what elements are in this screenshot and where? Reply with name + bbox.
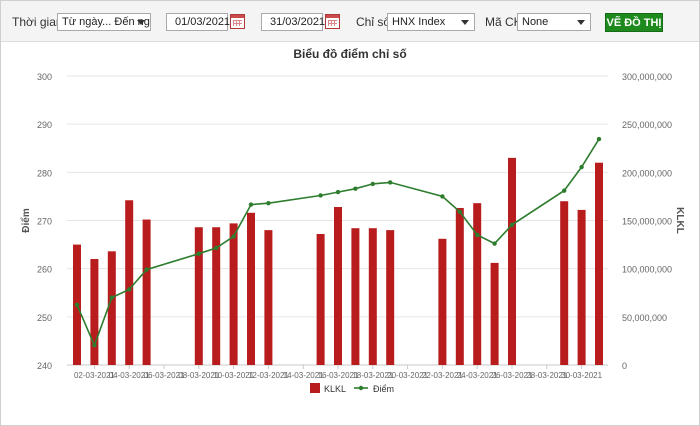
y-left-tick-label: 280 bbox=[37, 168, 52, 178]
legend-bar-label: KLKL bbox=[324, 384, 346, 394]
y-right-tick-label: 0 bbox=[622, 361, 627, 371]
index-select[interactable]: HNX Index bbox=[387, 13, 475, 31]
y-right-tick-label: 300,000,000 bbox=[622, 72, 672, 82]
index-label: Chỉ số bbox=[356, 15, 391, 29]
index-point bbox=[248, 202, 254, 207]
y-right-tick-label: 200,000,000 bbox=[622, 168, 672, 178]
y-right-tick-label: 100,000,000 bbox=[622, 265, 672, 275]
index-point bbox=[318, 193, 323, 198]
volume-bar bbox=[508, 157, 516, 365]
index-point bbox=[127, 287, 132, 292]
volume-bar bbox=[455, 207, 464, 365]
y-left-tick-label: 260 bbox=[37, 265, 52, 275]
legend-bar-swatch bbox=[310, 383, 320, 393]
volume-bar bbox=[595, 162, 603, 365]
y-left-tick-label: 240 bbox=[37, 361, 52, 371]
index-point bbox=[92, 343, 97, 348]
chart-title: Biểu đồ điểm chỉ số bbox=[293, 47, 406, 61]
y-left-tick-label: 290 bbox=[37, 120, 52, 130]
volume-bar bbox=[560, 201, 569, 365]
index-chart: Biểu đồ điểm chỉ số 300 300,000,000 290 250,… bbox=[20, 47, 685, 394]
volume-bar bbox=[142, 219, 151, 365]
index-point bbox=[231, 234, 236, 239]
chevron-down-icon bbox=[137, 20, 145, 25]
y-left-tick-label: 250 bbox=[37, 313, 52, 323]
stock-select[interactable]: None bbox=[517, 13, 591, 31]
to-date-input[interactable]: 31/03/2021 bbox=[261, 13, 325, 31]
y-left-tick-label: 300 bbox=[37, 72, 52, 82]
volume-bar bbox=[334, 207, 342, 365]
chevron-down-icon bbox=[577, 20, 585, 25]
y-right-axis-title: KLKL bbox=[674, 207, 685, 234]
stock-select-value: None bbox=[522, 16, 549, 28]
index-point bbox=[596, 136, 602, 142]
y-left-axis-title: Điểm bbox=[20, 208, 32, 233]
volume-bar bbox=[229, 223, 238, 365]
index-point bbox=[475, 232, 480, 238]
index-point bbox=[562, 188, 567, 193]
volume-bar bbox=[194, 227, 203, 365]
volume-bar bbox=[438, 238, 447, 365]
legend-line-label: Điểm bbox=[373, 384, 394, 394]
index-point bbox=[457, 209, 462, 215]
y-right-tick-label: 50,000,000 bbox=[622, 313, 667, 323]
y-left-tick-label: 270 bbox=[37, 217, 52, 227]
filter-toolbar: Thời gian Từ ngày... Đến ngày... 01/03/2… bbox=[1, 1, 699, 42]
volume-bar bbox=[316, 233, 325, 365]
volume-bar bbox=[247, 212, 255, 365]
draw-chart-button[interactable]: VẼ ĐỒ THỊ bbox=[605, 13, 663, 32]
index-point bbox=[74, 302, 80, 307]
period-select[interactable]: Từ ngày... Đến ngày... bbox=[57, 13, 151, 31]
index-point bbox=[388, 180, 393, 185]
calendar-icon[interactable] bbox=[325, 14, 340, 29]
y-right-tick-label: 250,000,000 bbox=[622, 120, 672, 130]
volume-bar bbox=[264, 230, 273, 365]
index-select-value: HNX Index bbox=[392, 16, 446, 28]
index-point bbox=[353, 186, 358, 191]
index-point bbox=[266, 200, 271, 206]
volume-bar bbox=[107, 251, 116, 365]
index-point bbox=[440, 194, 445, 199]
volume-bar bbox=[473, 203, 482, 365]
volume-bar bbox=[368, 228, 377, 365]
calendar-icon[interactable] bbox=[230, 14, 245, 29]
volume-bar bbox=[386, 230, 395, 365]
app-frame: Thời gian Từ ngày... Đến ngày... 01/03/2… bbox=[0, 0, 700, 426]
volume-bar bbox=[351, 228, 360, 365]
volume-bar bbox=[125, 200, 134, 365]
index-point bbox=[144, 267, 149, 272]
period-label: Thời gian bbox=[12, 15, 63, 29]
x-tick-label: 30-03-2021 bbox=[561, 371, 602, 380]
volume-bar bbox=[577, 209, 586, 365]
volume-bar bbox=[490, 262, 499, 365]
chevron-down-icon bbox=[461, 20, 469, 25]
from-date-input[interactable]: 01/03/2021 bbox=[166, 13, 230, 31]
y-right-tick-label: 150,000,000 bbox=[622, 217, 672, 227]
index-point bbox=[335, 189, 341, 195]
index-point bbox=[196, 251, 201, 256]
volume-bar bbox=[90, 259, 99, 365]
index-point bbox=[579, 164, 584, 170]
index-point bbox=[509, 222, 515, 228]
legend-line-marker bbox=[358, 385, 364, 391]
index-point bbox=[109, 295, 115, 300]
index-point bbox=[214, 245, 219, 251]
index-point bbox=[492, 241, 497, 246]
index-point bbox=[370, 181, 375, 187]
